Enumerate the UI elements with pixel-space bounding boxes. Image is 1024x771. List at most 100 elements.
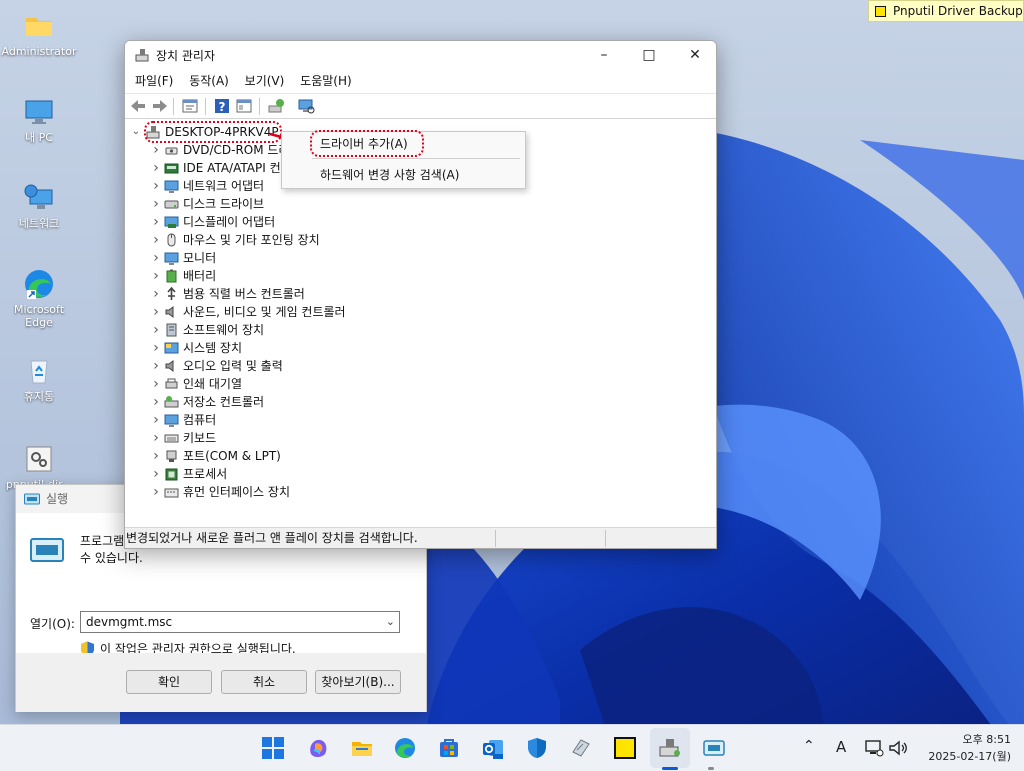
device-category-icon: [165, 360, 174, 372]
network-tray-icon[interactable]: [864, 739, 884, 757]
expand-arrow-icon[interactable]: ›: [150, 483, 162, 501]
tree-category[interactable]: › 저장소 컨트롤러: [148, 393, 448, 411]
tree-category[interactable]: › 마우스 및 기타 포인팅 장치: [148, 231, 448, 249]
start-icon[interactable]: [261, 736, 285, 760]
volume-icon[interactable]: [888, 739, 908, 757]
expand-arrow-icon[interactable]: ›: [150, 321, 162, 339]
tree-category-label: 마우스 및 기타 포인팅 장치: [183, 233, 320, 247]
desktop-icon-administrator[interactable]: Administrator: [0, 10, 78, 58]
store-icon[interactable]: [437, 736, 461, 760]
expand-arrow-icon[interactable]: ›: [150, 177, 162, 195]
menu-action[interactable]: 동작(A): [183, 69, 235, 93]
device-category-icon: [164, 200, 179, 209]
expand-arrow-icon[interactable]: ›: [150, 213, 162, 231]
folder-icon: [26, 18, 52, 36]
expand-arrow-icon[interactable]: ›: [150, 231, 162, 249]
help-icon[interactable]: ?: [213, 97, 231, 115]
tree-category[interactable]: › 디스플레이 어댑터: [148, 213, 448, 231]
tool-icon[interactable]: [569, 736, 593, 760]
expand-arrow-icon[interactable]: ›: [150, 195, 162, 213]
run-command-input[interactable]: devmgmt.msc ⌄: [80, 611, 400, 633]
expand-arrow-icon[interactable]: ›: [150, 267, 162, 285]
ok-button[interactable]: 확인: [126, 670, 212, 694]
tree-category-label: 배터리: [183, 269, 217, 283]
cancel-button[interactable]: 취소: [221, 670, 307, 694]
devmgr-title: 장치 관리자: [156, 49, 216, 63]
back-arrow-icon[interactable]: [129, 97, 147, 115]
edge-taskbar-icon[interactable]: [393, 736, 417, 760]
close-button[interactable]: ✕: [672, 41, 716, 69]
device-category-icon: [164, 342, 179, 354]
expand-arrow-icon[interactable]: ›: [150, 357, 162, 375]
tree-category[interactable]: › 프로세서: [148, 465, 448, 483]
expand-arrow-icon[interactable]: ›: [150, 249, 162, 267]
desktop-icon-network[interactable]: 네트워크: [0, 182, 78, 230]
tree-category[interactable]: › 포트(COM & LPT): [148, 447, 448, 465]
tree-category-label: 디스크 드라이브: [183, 197, 265, 211]
device-category-icon: [166, 450, 177, 462]
outlook-icon[interactable]: [481, 736, 505, 760]
file-explorer-icon[interactable]: [350, 736, 374, 760]
tree-category[interactable]: › 시스템 장치: [148, 339, 448, 357]
tree-category[interactable]: › 배터리: [148, 267, 448, 285]
device-category-icon: [164, 488, 179, 498]
expand-arrow-icon[interactable]: ›: [150, 429, 162, 447]
maximize-button[interactable]: □: [626, 41, 672, 69]
expand-arrow-icon[interactable]: ›: [150, 411, 162, 429]
view-pane-icon[interactable]: [235, 97, 253, 115]
device-category-icon: [164, 414, 179, 427]
expand-arrow-icon[interactable]: ›: [150, 303, 162, 321]
menu-help[interactable]: 도움말(H): [294, 69, 358, 93]
tree-category[interactable]: › 사운드, 비디오 및 게임 컨트롤러: [148, 303, 448, 321]
tree-category[interactable]: › 휴먼 인터페이스 장치: [148, 483, 448, 501]
tree-category[interactable]: › 범용 직렬 버스 컨트롤러: [148, 285, 448, 303]
device-category-icon: [164, 252, 179, 265]
properties-view-icon[interactable]: [181, 97, 199, 115]
desktop-icon-my-pc[interactable]: 내 PC: [0, 96, 78, 144]
edge-icon: [25, 270, 53, 299]
add-driver-highlight: [310, 130, 424, 157]
desktop-icon-recycle-bin[interactable]: 휴지통: [0, 355, 78, 403]
desktop-icon-edge[interactable]: Microsoft Edge: [0, 268, 78, 329]
tree-category[interactable]: › 모니터: [148, 249, 448, 267]
sticky-note-icon: [875, 6, 886, 17]
device-category-icon: [167, 287, 176, 300]
expand-arrow-icon[interactable]: ›: [150, 141, 162, 159]
browse-button[interactable]: 찾아보기(B)...: [315, 670, 401, 694]
expand-arrow-icon[interactable]: ›: [150, 375, 162, 393]
collapse-arrow-icon[interactable]: ⌄: [130, 123, 142, 141]
run-taskbar-icon[interactable]: [702, 736, 726, 760]
tree-category[interactable]: › 인쇄 대기열: [148, 375, 448, 393]
device-manager-taskbar-icon[interactable]: [658, 736, 682, 760]
expand-arrow-icon[interactable]: ›: [150, 159, 162, 177]
expand-arrow-icon[interactable]: ›: [150, 339, 162, 357]
minimize-button[interactable]: –: [581, 41, 627, 69]
notification-toast[interactable]: Pnputil Driver Backup: [868, 0, 1024, 22]
taskbar-clock[interactable]: 오후 8:51 2025-02-17(월): [928, 731, 1011, 765]
devmgr-titlebar[interactable]: 장치 관리자 – □ ✕: [125, 41, 716, 69]
device-category-icon: [166, 323, 177, 337]
tree-category[interactable]: › 디스크 드라이브: [148, 195, 448, 213]
menu-view[interactable]: 보기(V): [239, 69, 291, 93]
expand-arrow-icon[interactable]: ›: [150, 465, 162, 483]
expand-arrow-icon[interactable]: ›: [150, 285, 162, 303]
ime-indicator[interactable]: A: [836, 738, 846, 756]
tree-category[interactable]: › 오디오 입력 및 출력: [148, 357, 448, 375]
expand-arrow-icon[interactable]: ›: [150, 447, 162, 465]
chevron-up-icon[interactable]: ⌃: [803, 738, 815, 754]
chevron-down-icon[interactable]: ⌄: [386, 612, 395, 632]
expand-arrow-icon[interactable]: ›: [150, 393, 162, 411]
update-driver-icon[interactable]: [267, 97, 285, 115]
copilot-icon[interactable]: [306, 736, 330, 760]
tree-category[interactable]: › 소프트웨어 장치: [148, 321, 448, 339]
tree-category[interactable]: › 키보드: [148, 429, 448, 447]
forward-arrow-icon[interactable]: [151, 97, 169, 115]
defender-icon[interactable]: [525, 736, 549, 760]
menu-file[interactable]: 파일(F): [129, 69, 179, 93]
menu-bar: 파일(F) 동작(A) 보기(V) 도움말(H): [125, 69, 716, 93]
tree-category[interactable]: › 컴퓨터: [148, 411, 448, 429]
sticky-note-taskbar-icon[interactable]: [613, 736, 637, 760]
scan-hardware-icon[interactable]: [297, 97, 315, 115]
open-label: 열기(O):: [30, 617, 75, 631]
menu-scan-hardware[interactable]: 하드웨어 변경 사항 검색(A): [320, 166, 459, 184]
